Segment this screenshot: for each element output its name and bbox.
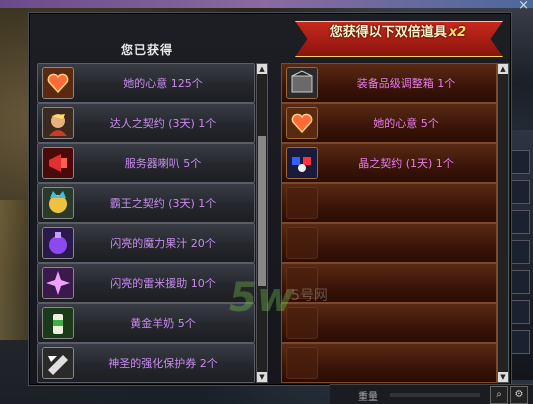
empty-slot-icon: [286, 227, 318, 259]
empty-slot-icon: [286, 187, 318, 219]
list-item[interactable]: 达人之契约 (3天) 1个: [37, 103, 255, 143]
item-label: 霸王之契约 (3天) 1个: [109, 197, 217, 210]
scroll-up-icon[interactable]: ▲: [257, 64, 267, 74]
game-scene: × 您已获得 您获得以下双倍道具 x2 她的心意 125个 达人之契约 (3天)…: [0, 0, 533, 404]
received-title: 您已获得: [120, 43, 173, 57]
item-label: 神圣的强化保护券 2个: [108, 357, 218, 370]
heart-icon: [286, 107, 318, 139]
banner-multiplier: x2: [448, 25, 467, 40]
left-scrollbar[interactable]: ▲ ▼: [256, 63, 268, 383]
magic-juice-icon: [42, 227, 74, 259]
enhance-ticket-icon: [42, 347, 74, 379]
item-label: 装备品级调整箱 1个: [356, 77, 456, 90]
megaphone-icon: [42, 147, 74, 179]
watermark-site: 5号网: [291, 288, 328, 304]
gear-icon[interactable]: ⚙: [510, 386, 528, 404]
item-label: 达人之契约 (3天) 1个: [109, 117, 217, 130]
double-reward-banner-text: 您获得以下双倍道具 x2: [295, 21, 501, 40]
close-button[interactable]: ×: [518, 0, 529, 13]
list-item[interactable]: 霸王之契约 (3天) 1个: [37, 183, 255, 223]
list-item[interactable]: 装备品级调整箱 1个: [281, 63, 497, 103]
empty-slot: [281, 303, 497, 343]
watermark-logo: 5w: [229, 275, 294, 321]
scroll-down-icon[interactable]: ▼: [498, 372, 508, 382]
banner-label: 您获得以下双倍道具: [329, 25, 447, 40]
right-scrollbar[interactable]: ▲ ▼: [497, 63, 509, 383]
overlord-contract-icon: [42, 187, 74, 219]
item-label: 黄金羊奶 5个: [130, 317, 196, 330]
scroll-thumb[interactable]: [258, 136, 266, 286]
item-label: 她的心意 5个: [373, 117, 439, 130]
empty-slot: [281, 183, 497, 223]
list-item[interactable]: 黄金羊奶 5个: [37, 303, 255, 343]
list-item[interactable]: 闪亮的雷米援助 10个: [37, 263, 255, 303]
list-item[interactable]: 她的心意 5个: [281, 103, 497, 143]
grade-box-icon: [286, 67, 318, 99]
empty-slot: [281, 343, 497, 383]
item-label: 闪亮的雷米援助 10个: [110, 277, 216, 290]
scroll-down-icon[interactable]: ▼: [257, 372, 267, 382]
list-item[interactable]: 闪亮的魔力果汁 20个: [37, 223, 255, 263]
item-label: 闪亮的魔力果汁 20个: [110, 237, 216, 250]
heart-icon: [42, 67, 74, 99]
expert-contract-icon: [42, 107, 74, 139]
reward-window: 您已获得 您获得以下双倍道具 x2 她的心意 125个 达人之契约 (3天) 1个: [28, 12, 512, 386]
remy-aid-icon: [42, 267, 74, 299]
list-item[interactable]: 服务器喇叭 5个: [37, 143, 255, 183]
weight-label: 重量: [358, 392, 378, 403]
item-label: 晶之契约 (1天) 1个: [358, 157, 454, 170]
bottom-status-bar: 重量 ⌕ ⚙: [330, 384, 533, 404]
list-item[interactable]: 她的心意 125个: [37, 63, 255, 103]
item-label: 她的心意 125个: [123, 77, 203, 90]
list-item[interactable]: 晶之契约 (1天) 1个: [281, 143, 497, 183]
weight-bar: [390, 393, 480, 397]
list-item[interactable]: 神圣的强化保护券 2个: [37, 343, 255, 383]
goat-milk-icon: [42, 307, 74, 339]
crystal-contract-icon: [286, 147, 318, 179]
item-label: 服务器喇叭 5个: [124, 157, 202, 170]
empty-slot-icon: [286, 347, 318, 379]
empty-slot: [281, 223, 497, 263]
scroll-up-icon[interactable]: ▲: [498, 64, 508, 74]
search-icon[interactable]: ⌕: [490, 386, 508, 404]
top-decoration: [0, 0, 533, 8]
